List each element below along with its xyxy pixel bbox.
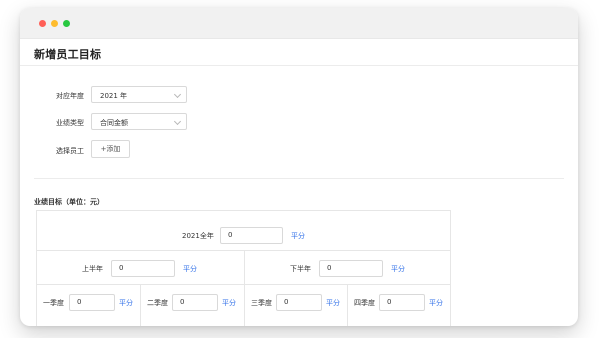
q1-split-link[interactable]: 平分 xyxy=(119,298,133,308)
title-divider xyxy=(20,65,578,66)
table-column-divider xyxy=(244,250,245,326)
q2-input[interactable]: 0 xyxy=(172,294,218,311)
employee-label: 选择员工 xyxy=(56,147,84,155)
q2-split-link[interactable]: 平分 xyxy=(222,298,236,308)
q3-split-link[interactable]: 平分 xyxy=(326,298,340,308)
q1-label: 一季度 xyxy=(43,299,64,307)
chevron-down-icon xyxy=(173,90,182,99)
targets-table: 2021全年 0 平分 上半年 0 平分 下半年 0 平分 一季度 0 平分 二… xyxy=(36,210,451,326)
add-employee-button[interactable]: +添加 xyxy=(91,140,130,158)
fiscal-year-select[interactable]: 2021 年 xyxy=(91,86,187,103)
full-year-label: 2021全年 xyxy=(182,232,214,240)
q4-input[interactable]: 0 xyxy=(379,294,425,311)
q2-label: 二季度 xyxy=(147,299,168,307)
first-half-label: 上半年 xyxy=(82,265,103,273)
full-year-split-link[interactable]: 平分 xyxy=(291,231,305,241)
q4-label: 四季度 xyxy=(354,299,375,307)
fiscal-year-value: 2021 年 xyxy=(100,92,128,100)
window-titlebar xyxy=(20,8,578,39)
section-divider xyxy=(34,178,564,179)
performance-type-value: 合同金额 xyxy=(100,119,128,127)
performance-type-label: 业绩类型 xyxy=(56,119,84,127)
maximize-window-icon[interactable] xyxy=(63,20,70,27)
first-half-split-link[interactable]: 平分 xyxy=(183,264,197,274)
q3-label: 三季度 xyxy=(251,299,272,307)
targets-section-title: 业绩目标（单位：元） xyxy=(34,198,104,206)
second-half-label: 下半年 xyxy=(290,265,311,273)
close-window-icon[interactable] xyxy=(39,20,46,27)
app-window: 新增员工目标 对应年度 2021 年 业绩类型 合同金额 选择员工 +添加 业绩… xyxy=(20,8,578,326)
table-column-divider xyxy=(140,284,141,326)
performance-type-select[interactable]: 合同金额 xyxy=(91,113,187,130)
q3-input[interactable]: 0 xyxy=(276,294,322,311)
first-half-input[interactable]: 0 xyxy=(111,260,175,277)
full-year-input[interactable]: 0 xyxy=(220,227,283,244)
q1-input[interactable]: 0 xyxy=(69,294,115,311)
fiscal-year-label: 对应年度 xyxy=(56,92,84,100)
table-column-divider xyxy=(347,284,348,326)
minimize-window-icon[interactable] xyxy=(51,20,58,27)
q4-split-link[interactable]: 平分 xyxy=(429,298,443,308)
second-half-input[interactable]: 0 xyxy=(319,260,383,277)
chevron-down-icon xyxy=(173,117,182,126)
second-half-split-link[interactable]: 平分 xyxy=(391,264,405,274)
page-title: 新增员工目标 xyxy=(34,48,102,61)
